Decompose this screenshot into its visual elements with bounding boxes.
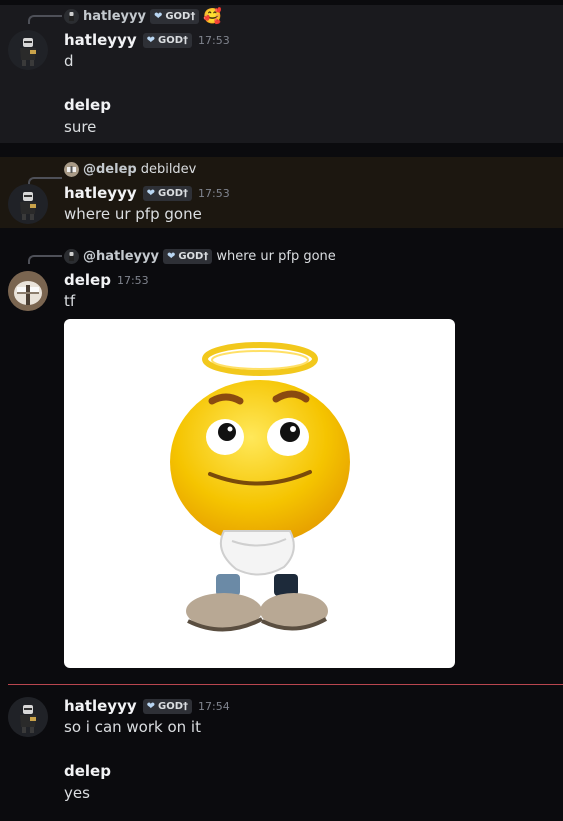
heart-icon: ❤ [146, 187, 156, 199]
message-text: sure [64, 118, 97, 136]
followup-author: delep [64, 96, 111, 114]
author-name[interactable]: hatleyyy [64, 184, 137, 202]
reply-text: debildev [140, 161, 197, 177]
reply-preview[interactable]: @hatleyyy ❤ GOD† where ur pfp gone [64, 247, 336, 265]
reply-text: where ur pfp gone [216, 248, 336, 264]
reply-avatar [64, 8, 79, 24]
heart-icon: ❤ [146, 34, 156, 46]
heart-icon: ❤ [166, 250, 176, 262]
role-tag: ❤ GOD† [162, 248, 213, 264]
reply-author[interactable]: @delep [83, 162, 137, 177]
halo-smiley-image [170, 342, 350, 632]
timestamp[interactable]: 17:53 [117, 274, 149, 287]
followup-author: delep [64, 762, 111, 780]
message-header: hatleyyy ❤ GOD† 17:54 [64, 695, 230, 717]
message-text: so i can work on it [64, 718, 201, 736]
author-name[interactable]: hatleyyy [64, 31, 137, 49]
heart-icon: ❤ [153, 10, 163, 22]
reply-connector [28, 255, 62, 264]
image-attachment[interactable] [64, 319, 455, 668]
message-text: d [64, 52, 74, 70]
message-text: where ur pfp gone [64, 205, 202, 223]
message-header: hatleyyy ❤ GOD† 17:53 [64, 182, 230, 204]
heart-icon: ❤ [146, 700, 156, 712]
reply-author[interactable]: hatleyyy [83, 9, 146, 24]
avatar-delep[interactable] [8, 271, 48, 311]
timestamp[interactable]: 17:53 [198, 34, 230, 47]
avatar-hatleyyy[interactable] [8, 30, 48, 70]
reaction-emoji: 🥰 [203, 7, 223, 25]
message-header: delep 17:53 [64, 269, 149, 291]
top-edge [0, 0, 563, 5]
message-text: yes [64, 784, 90, 802]
author-name[interactable]: hatleyyy [64, 697, 137, 715]
message-header: hatleyyy ❤ GOD† 17:53 [64, 29, 230, 51]
timestamp[interactable]: 17:53 [198, 187, 230, 200]
avatar-hatleyyy[interactable] [8, 184, 48, 224]
reply-preview[interactable]: @delep debildev [64, 160, 196, 178]
reply-avatar [64, 161, 79, 177]
author-name[interactable]: delep [64, 271, 111, 289]
role-tag[interactable]: ❤ GOD† [142, 698, 193, 714]
message-text: tf [64, 292, 76, 310]
reply-avatar [64, 248, 79, 264]
timestamp[interactable]: 17:54 [198, 700, 230, 713]
reply-author[interactable]: @hatleyyy [83, 249, 159, 264]
role-tag: ❤ GOD† [149, 8, 200, 24]
reply-preview[interactable]: hatleyyy ❤ GOD† 🥰 [64, 7, 222, 25]
role-tag[interactable]: ❤ GOD† [142, 32, 193, 48]
new-messages-divider [8, 684, 563, 685]
avatar-hatleyyy[interactable] [8, 697, 48, 737]
reply-connector [28, 15, 62, 24]
role-tag[interactable]: ❤ GOD† [142, 185, 193, 201]
